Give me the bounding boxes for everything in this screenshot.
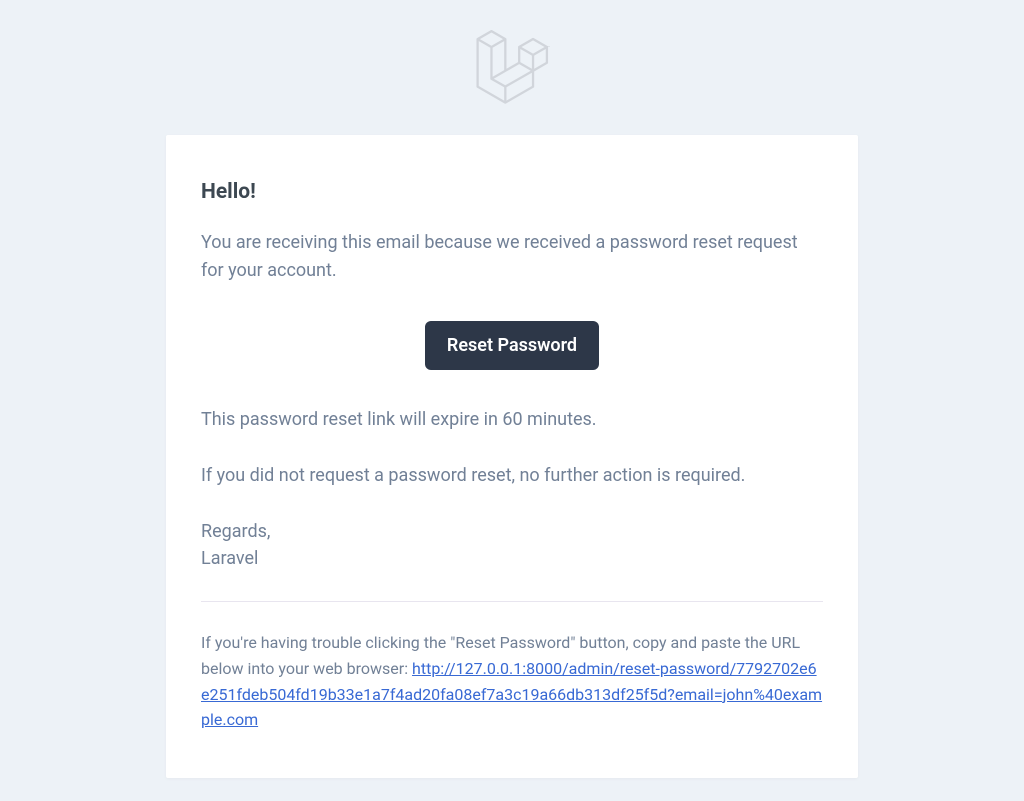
laravel-logo-icon: Laravel Logo — [475, 30, 550, 105]
signoff-block: Regards, Laravel — [201, 518, 823, 574]
intro-paragraph: You are receiving this email because we … — [201, 229, 823, 285]
email-card: Hello! You are receiving this email beca… — [166, 135, 858, 778]
signoff-brand: Laravel — [201, 545, 823, 573]
no-action-notice: If you did not request a password reset,… — [201, 462, 823, 490]
reset-password-button[interactable]: Reset Password — [425, 321, 599, 370]
logo-container: Laravel Logo — [0, 30, 1024, 105]
expire-notice: This password reset link will expire in … — [201, 406, 823, 434]
button-row: Reset Password — [201, 321, 823, 370]
email-wrapper: Laravel Logo Hello! You are receiving th… — [0, 0, 1024, 778]
divider — [201, 601, 823, 602]
signoff-regards: Regards, — [201, 518, 823, 546]
greeting-heading: Hello! — [201, 180, 823, 204]
subcopy: If you're having trouble clicking the "R… — [201, 630, 823, 732]
